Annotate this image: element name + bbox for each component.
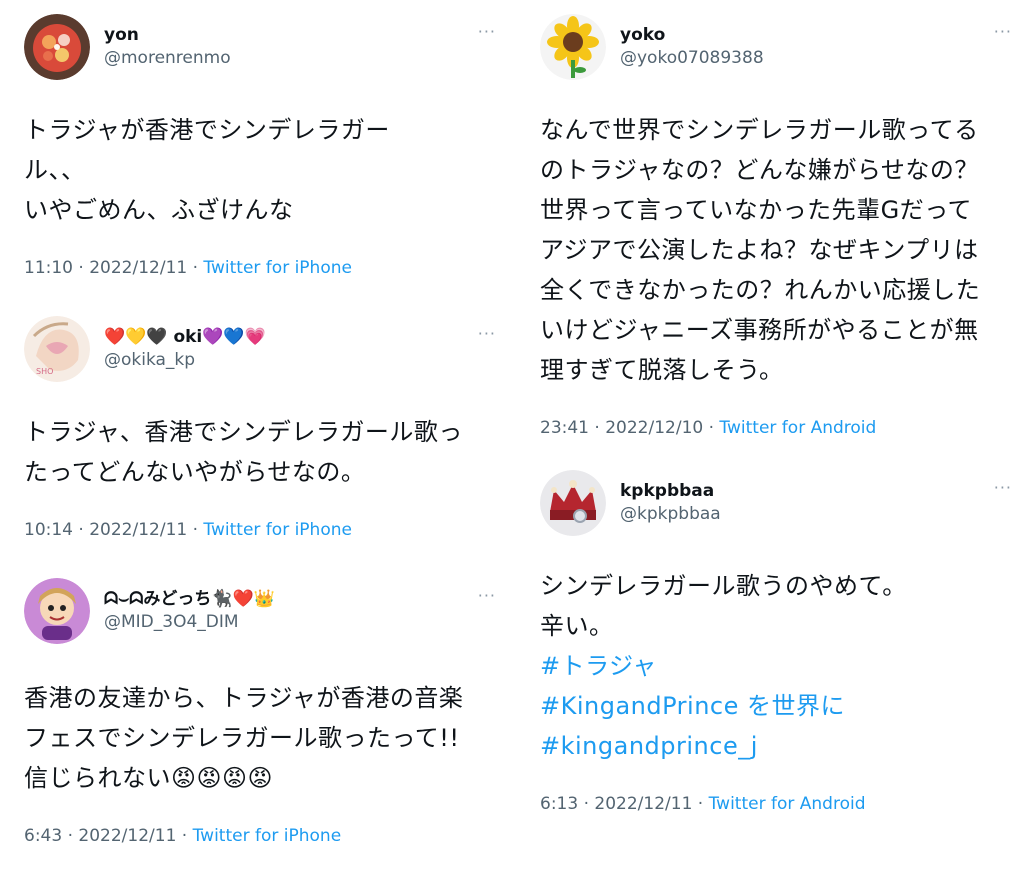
tweet-header: yon @morenrenmo ··· [24, 14, 504, 84]
user-handle[interactable]: @morenrenmo [104, 46, 231, 70]
meta-separator: · [62, 826, 79, 846]
display-name[interactable]: yoko [620, 24, 764, 46]
sunflower-avatar-icon[interactable] [540, 14, 606, 80]
display-name-text: oki [173, 327, 203, 347]
display-name[interactable]: ᗣ⌣ᗣみどっち🐈‍⬛❤️👑 [104, 588, 275, 610]
tweet-header: kpkpbbaa @kpkpbbaa ··· [540, 470, 1020, 540]
tweet-date[interactable]: 2022/12/11 [78, 826, 176, 846]
tweet-time[interactable]: 11:10 [24, 258, 73, 278]
user-handle[interactable]: @MID_3O4_DIM [104, 610, 275, 634]
tweet-card[interactable]: yoko @yoko07089388 ··· なんで世界でシンデレラガール歌って… [540, 14, 1020, 438]
tweet-meta: 6:13 · 2022/12/11 · Twitter for Android [540, 794, 1020, 814]
cat-heart-crown-emoji-group: 🐈‍⬛❤️👑 [211, 589, 275, 609]
meta-separator: · [73, 258, 90, 278]
tweet-meta: 10:14 · 2022/12/11 · Twitter for iPhone [24, 520, 504, 540]
tweet-source-link[interactable]: Twitter for iPhone [203, 258, 352, 278]
tweet-date[interactable]: 2022/12/11 [594, 794, 692, 814]
display-name[interactable]: kpkpbbaa [620, 480, 721, 502]
hashtag-link[interactable]: #kingandprince_j [540, 726, 1000, 766]
hashtag-link[interactable]: #KingandPrince を世界に [540, 686, 1000, 726]
tweet-card[interactable]: ᗣ⌣ᗣみどっち🐈‍⬛❤️👑 @MID_3O4_DIM ··· 香港の友達から、ト… [24, 578, 504, 846]
tweet-time[interactable]: 10:14 [24, 520, 73, 540]
meta-separator: · [692, 794, 709, 814]
display-name[interactable]: yon [104, 24, 231, 46]
more-options-icon[interactable]: ··· [994, 24, 1012, 40]
tweet-time[interactable]: 6:43 [24, 826, 62, 846]
meta-separator: · [703, 418, 720, 438]
display-name[interactable]: ❤️💛🖤 oki💜💙💗 [104, 326, 266, 348]
tweet-card[interactable]: kpkpbbaa @kpkpbbaa ··· シンデレラガール歌うのやめて。 辛… [540, 470, 1020, 814]
heart-emoji-group: 💜💙💗 [202, 327, 266, 347]
heart-emoji-group: ❤️💛🖤 [104, 327, 168, 347]
tweet-header: SHO ❤️💛🖤 oki💜💙💗 @okika_kp ··· [24, 316, 504, 386]
display-name-text: ᗣ⌣ᗣみどっち [104, 589, 212, 609]
meta-separator: · [176, 826, 193, 846]
tweet-text: トラジャ、香港でシンデレラガール歌ったってどんないやがらせなの。 [24, 418, 463, 486]
tweet-source-link[interactable]: Twitter for iPhone [193, 826, 342, 846]
tweet-date[interactable]: 2022/12/11 [89, 520, 187, 540]
tweet-card[interactable]: SHO ❤️💛🖤 oki💜💙💗 @okika_kp ··· トラジャ、香港でシン… [24, 316, 504, 540]
tweet-header: yoko @yoko07089388 ··· [540, 14, 1020, 84]
meta-separator: · [187, 258, 204, 278]
angry-face-emoji-group: 😡😡😡😡 [171, 764, 274, 792]
tweet-text-container: シンデレラガール歌うのやめて。 辛い。 #トラジャ #KingandPrince を… [540, 566, 1000, 766]
tweet-time[interactable]: 23:41 [540, 418, 589, 438]
tweet-time[interactable]: 6:13 [540, 794, 578, 814]
tweet-text: シンデレラガール歌うのやめて。 辛い。 [540, 572, 907, 640]
meta-separator: · [73, 520, 90, 540]
tweet-date[interactable]: 2022/12/10 [605, 418, 703, 438]
tweet-source-link[interactable]: Twitter for iPhone [203, 520, 352, 540]
tweet-card[interactable]: yon @morenrenmo ··· トラジャが香港でシンデレラガール、、 い… [24, 14, 504, 278]
tweet-source-link[interactable]: Twitter for Android [719, 418, 876, 438]
tweet-text-container: 香港の友達から、トラジャが香港の音楽フェスでシンデレラガール歌ったって!!信じら… [24, 678, 484, 798]
user-handle[interactable]: @kpkpbbaa [620, 502, 721, 526]
illustration-avatar-icon[interactable]: SHO [24, 316, 90, 382]
cartoon-avatar-icon[interactable] [24, 578, 90, 644]
meta-separator: · [589, 418, 606, 438]
user-handle[interactable]: @yoko07089388 [620, 46, 764, 70]
svg-text:SHO: SHO [36, 367, 53, 376]
food-bowl-avatar-icon[interactable] [24, 14, 90, 80]
more-options-icon[interactable]: ··· [994, 480, 1012, 496]
tweet-meta: 23:41 · 2022/12/10 · Twitter for Android [540, 418, 1020, 438]
more-options-icon[interactable]: ··· [478, 326, 496, 342]
more-options-icon[interactable]: ··· [478, 24, 496, 40]
meta-separator: · [187, 520, 204, 540]
meta-separator: · [578, 794, 595, 814]
tweet-meta: 11:10 · 2022/12/11 · Twitter for iPhone [24, 258, 504, 278]
more-options-icon[interactable]: ··· [478, 588, 496, 604]
hashtag-link[interactable]: #トラジャ [540, 646, 1000, 686]
tweet-meta: 6:43 · 2022/12/11 · Twitter for iPhone [24, 826, 504, 846]
tweet-text: トラジャが香港でシンデレラガール、、 いやごめん、ふざけんな [24, 116, 390, 224]
tweet-text: なんで世界でシンデレラガール歌ってるのトラジャなの？どんな嫌がらせなの？世界って… [540, 116, 981, 384]
tweet-header: ᗣ⌣ᗣみどっち🐈‍⬛❤️👑 @MID_3O4_DIM ··· [24, 578, 504, 648]
tweet-source-link[interactable]: Twitter for Android [709, 794, 866, 814]
tweet-date[interactable]: 2022/12/11 [89, 258, 187, 278]
user-handle[interactable]: @okika_kp [104, 348, 266, 372]
crown-avatar-icon[interactable] [540, 470, 606, 536]
